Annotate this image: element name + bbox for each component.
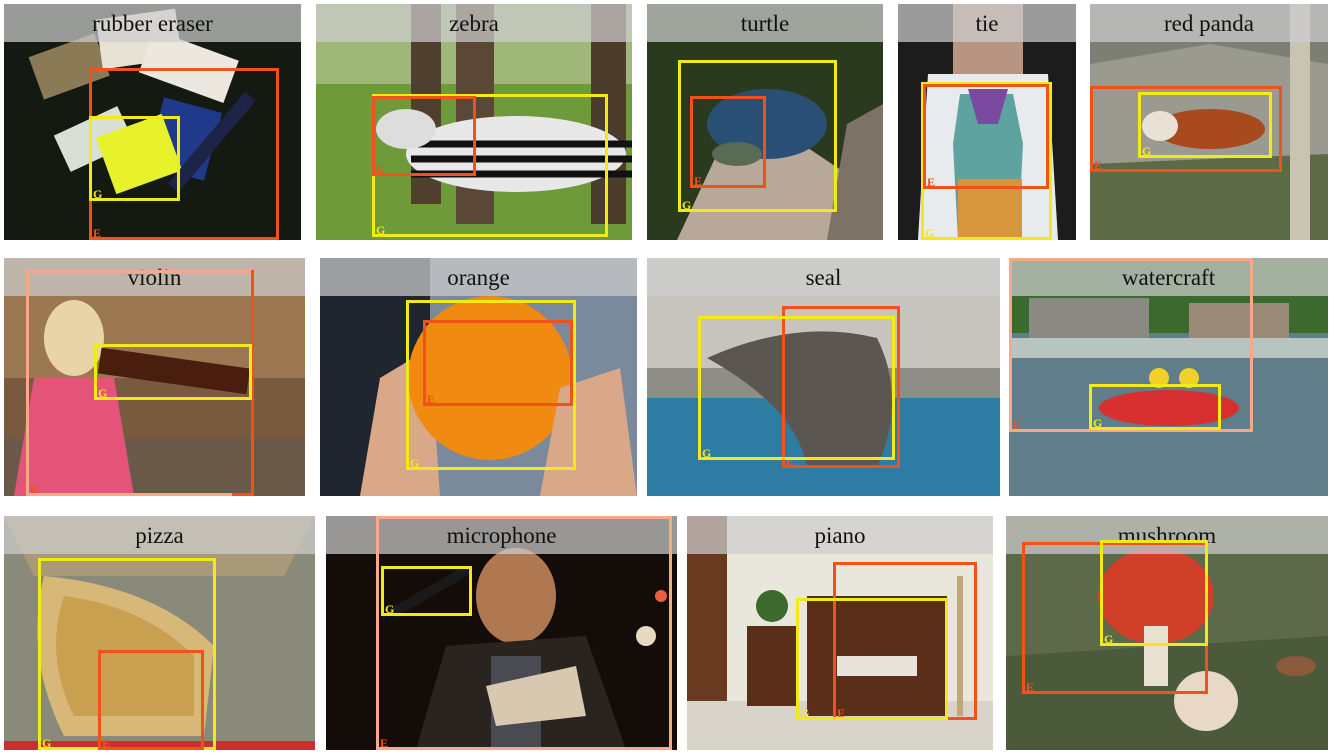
category-label: orange bbox=[447, 264, 510, 290]
category-label: red panda bbox=[1163, 10, 1255, 36]
tile-violin: violin E G bbox=[4, 258, 305, 496]
ground-truth-tag: G bbox=[682, 198, 692, 212]
label-bar: orange bbox=[320, 258, 637, 296]
estimate-tag: E bbox=[1094, 158, 1103, 172]
estimate-box: E bbox=[376, 516, 672, 750]
estimate-tag: E bbox=[427, 392, 436, 406]
estimate-tag: E bbox=[30, 482, 39, 496]
estimate-box: E bbox=[423, 320, 573, 406]
tile-watercraft: watercraft E G bbox=[1009, 258, 1328, 496]
ground-truth-box: G bbox=[1089, 384, 1221, 430]
estimate-tag: E bbox=[102, 736, 111, 750]
label-bar: tie bbox=[898, 4, 1076, 42]
ground-truth-tag: G bbox=[702, 446, 712, 460]
category-label: zebra bbox=[449, 10, 499, 36]
estimate-box: E bbox=[98, 650, 204, 750]
ground-truth-tag: G bbox=[98, 386, 108, 400]
tile-rubber-eraser: rubber eraser E G bbox=[4, 4, 301, 240]
estimate-tag: E bbox=[376, 162, 385, 176]
label-bar: turtle bbox=[647, 4, 883, 42]
tile-orange: orange G E bbox=[320, 258, 637, 496]
category-label: seal bbox=[805, 264, 842, 290]
ground-truth-tag: G bbox=[93, 187, 103, 201]
category-label: pizza bbox=[135, 522, 184, 548]
category-label: tie bbox=[975, 10, 999, 36]
tile-microphone: microphone E G bbox=[326, 516, 677, 750]
estimate-tag: E bbox=[694, 174, 703, 188]
ground-truth-box: G bbox=[698, 316, 895, 460]
category-label: rubber eraser bbox=[92, 10, 213, 36]
tile-pizza: pizza G E bbox=[4, 516, 315, 750]
label-bar: piano bbox=[687, 516, 993, 554]
ground-truth-tag: G bbox=[1104, 632, 1114, 646]
ground-truth-box: G bbox=[89, 116, 180, 201]
tile-zebra: zebra G E bbox=[316, 4, 632, 240]
ground-truth-tag: G bbox=[376, 223, 386, 237]
ground-truth-box: G bbox=[1138, 92, 1272, 158]
estimate-box: E bbox=[690, 96, 766, 188]
category-label: piano bbox=[814, 522, 866, 548]
tile-mushroom: mushroom E G bbox=[1006, 516, 1328, 750]
ground-truth-box: G bbox=[94, 344, 252, 400]
ground-truth-tag: G bbox=[925, 226, 935, 240]
tile-tie: tie G E bbox=[898, 4, 1076, 240]
tile-turtle: turtle G E bbox=[647, 4, 883, 240]
estimate-tag: E bbox=[380, 736, 389, 750]
ground-truth-tag: G bbox=[1093, 416, 1103, 430]
ground-truth-box: G bbox=[1100, 540, 1208, 646]
estimate-tag: E bbox=[1026, 680, 1035, 694]
label-bar: pizza bbox=[4, 516, 315, 554]
estimate-box: E bbox=[372, 96, 476, 176]
estimate-tag: E bbox=[93, 226, 102, 240]
ground-truth-tag: G bbox=[1142, 144, 1152, 158]
estimate-box: E bbox=[923, 84, 1049, 189]
category-label: turtle bbox=[740, 10, 790, 36]
ground-truth-tag: G bbox=[410, 456, 420, 470]
tile-piano: piano E G bbox=[687, 516, 993, 750]
estimate-tag: E bbox=[927, 175, 936, 189]
label-bar: rubber eraser bbox=[4, 4, 301, 42]
tile-red-panda: red panda E G bbox=[1090, 4, 1328, 240]
ground-truth-box: G bbox=[381, 566, 472, 616]
estimate-tag: E bbox=[1013, 418, 1022, 432]
tile-seal: seal E G bbox=[647, 258, 1000, 496]
ground-truth-tag: G bbox=[385, 602, 395, 616]
ground-truth-tag: G bbox=[800, 706, 810, 720]
label-bar: seal bbox=[647, 258, 1000, 296]
ground-truth-box: G bbox=[796, 598, 948, 720]
ground-truth-tag: G bbox=[42, 736, 52, 750]
label-bar: zebra bbox=[316, 4, 632, 42]
label-bar: red panda bbox=[1090, 4, 1328, 42]
